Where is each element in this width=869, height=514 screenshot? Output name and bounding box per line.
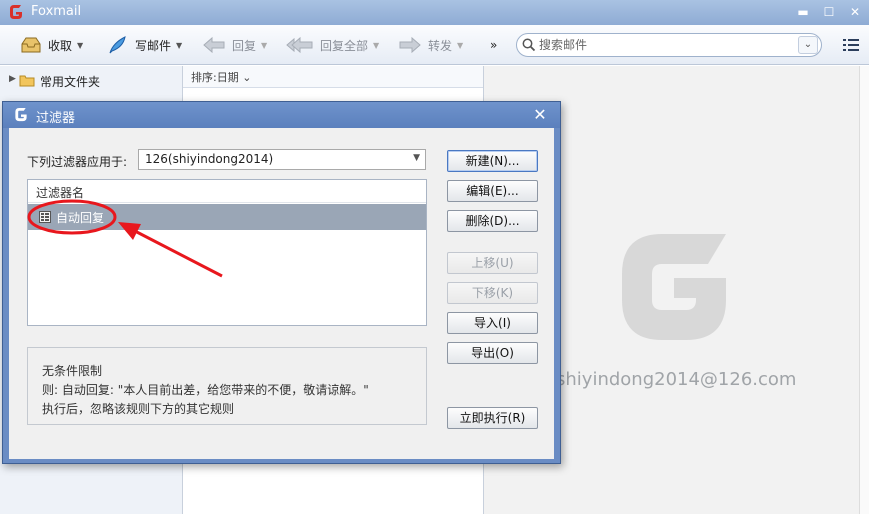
folder-icon (19, 75, 35, 87)
move-down-button[interactable]: 下移(K) (447, 282, 538, 304)
account-select[interactable]: 126(shiyindong2014) ▼ (138, 149, 426, 170)
forward-arrow-icon (399, 36, 421, 54)
action-text: 则: 自动回复: "本人目前出差，给您带来的不便，敬请谅解。" (42, 383, 369, 397)
folder-item-common[interactable]: 常用文件夹 (40, 73, 100, 90)
minimize-icon[interactable]: ▬ (795, 4, 811, 20)
reply-label: 回复 (232, 38, 257, 53)
chevron-down-icon[interactable]: ▼ (261, 41, 267, 50)
close-icon[interactable]: ✕ (531, 106, 549, 124)
condition-text: 无条件限制 (42, 364, 103, 378)
reply-all-label: 回复全部 (320, 38, 369, 53)
filter-row[interactable]: 自动回复 (28, 204, 426, 230)
export-button[interactable]: 导出(O) (447, 342, 538, 364)
window-titlebar: Foxmail ▬ ☐ ✕ (0, 0, 869, 25)
move-up-button[interactable]: 上移(U) (447, 252, 538, 274)
scrollbar[interactable] (859, 66, 869, 514)
chevron-down-icon[interactable]: ▼ (413, 153, 420, 163)
account-select-value: 126(shiyindong2014) (145, 152, 274, 166)
chevron-down-icon[interactable]: ▼ (77, 41, 83, 50)
filter-description-box: 无条件限制 则: 自动回复: "本人目前出差，给您带来的不便，敬请谅解。" 执行… (27, 347, 427, 425)
dialog-titlebar[interactable]: 过滤器 ✕ (3, 102, 560, 128)
reply-all-arrow-icon (286, 36, 313, 54)
account-email: shiyindong2014@126.com (556, 369, 797, 390)
search-input[interactable] (539, 36, 789, 54)
foxmail-logo-icon (15, 107, 27, 122)
forward-button[interactable]: 转发 ▼ (398, 33, 463, 57)
search-icon (522, 38, 536, 52)
dialog-body: 下列过滤器应用于: 126(shiyindong2014) ▼ 过滤器名 自动回… (9, 128, 554, 459)
reply-button[interactable]: 回复 ▼ (202, 33, 267, 57)
filter-name: 自动回复 (56, 211, 105, 225)
filter-dialog: 过滤器 ✕ 下列过滤器应用于: 126(shiyindong2014) ▼ 过滤… (2, 101, 561, 464)
menu-icon[interactable] (843, 38, 859, 52)
reply-arrow-icon (203, 36, 225, 54)
feather-pen-icon (109, 36, 126, 54)
run-now-button[interactable]: 立即执行(R) (447, 407, 538, 429)
compose-label: 写邮件 (135, 38, 172, 53)
expand-arrow-icon[interactable]: ▶ (9, 74, 16, 84)
column-header-filter-name: 过滤器名 (36, 186, 85, 200)
more-label: » (490, 38, 498, 52)
app-title: Foxmail (31, 4, 82, 19)
filter-list-header: 过滤器名 (28, 180, 426, 203)
more-tools-button[interactable]: » (490, 33, 497, 57)
sort-bar: 排序:日期 ⌄ (183, 66, 483, 88)
receive-label: 收取 (48, 38, 73, 53)
chevron-down-icon[interactable]: ▼ (373, 41, 379, 50)
new-filter-button[interactable]: 新建(N)... (447, 150, 538, 172)
filter-list: 过滤器名 自动回复 (27, 179, 427, 326)
sort-dropdown[interactable]: 排序:日期 ⌄ (191, 69, 251, 85)
post-action-text: 执行后，忽略该规则下方的其它规则 (42, 402, 235, 416)
receive-button[interactable]: 收取 ▼ (20, 33, 83, 57)
filter-rule-icon (39, 211, 51, 223)
search-box[interactable]: ⌄ (516, 33, 822, 57)
edit-filter-button[interactable]: 编辑(E)... (447, 180, 538, 202)
maximize-icon[interactable]: ☐ (821, 4, 837, 20)
inbox-tray-icon (21, 37, 41, 53)
foxmail-watermark-icon (622, 234, 726, 340)
foxmail-logo-icon (10, 5, 22, 19)
reply-all-button[interactable]: 回复全部 ▼ (286, 33, 379, 57)
delete-filter-button[interactable]: 删除(D)... (447, 210, 538, 232)
double-chevron-down-icon[interactable]: ⌄ (798, 36, 818, 54)
chevron-down-icon[interactable]: ▼ (176, 41, 182, 50)
forward-label: 转发 (428, 38, 453, 53)
dialog-title: 过滤器 (36, 111, 76, 126)
chevron-down-icon[interactable]: ▼ (457, 41, 463, 50)
apply-to-label: 下列过滤器应用于: (27, 155, 128, 169)
close-icon[interactable]: ✕ (847, 4, 863, 20)
import-button[interactable]: 导入(I) (447, 312, 538, 334)
compose-button[interactable]: 写邮件 ▼ (107, 33, 182, 57)
